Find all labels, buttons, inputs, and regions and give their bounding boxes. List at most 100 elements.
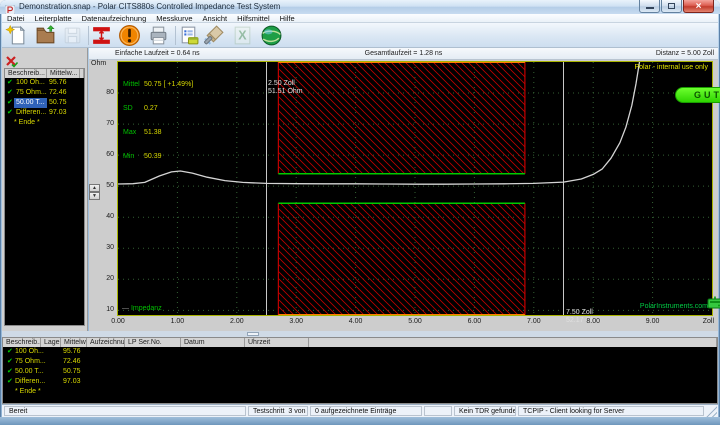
test-label[interactable]: 75 Ohm... [16, 88, 47, 98]
table-column-header[interactable]: LP Ser.No. [125, 338, 181, 347]
brand-link[interactable]: PolarInstruments.com [518, 303, 708, 311]
menu-item-messkurve[interactable]: Messkurve [151, 14, 197, 23]
statistics-readout: Mittel50.75 [ +1.49%] SD0.27 Max51.38 Mi… [123, 65, 193, 177]
spin-down-button[interactable]: ▼ [89, 192, 100, 200]
titlebar[interactable]: Demonstration.snap - Polar CITS880s Cont… [0, 0, 720, 14]
test-list-header: Beschreib... Mittelw... [5, 69, 84, 78]
y-tick-label: 70 [90, 120, 114, 127]
menu-item-leiterplatte[interactable]: Leiterplatte [30, 14, 77, 23]
maximize-button[interactable] [661, 0, 682, 13]
toolbar-separator [88, 26, 89, 45]
x-tick-label: 3.00 [282, 318, 310, 325]
table-column-header[interactable]: Datum [181, 338, 245, 347]
minimize-button[interactable] [639, 0, 660, 13]
test-mean-value: 95.76 [49, 78, 67, 88]
results-table-header: Beschreib...LageMittelw...Aufzeichnu...L… [3, 338, 717, 347]
test-mean-value: 95.76 [63, 347, 81, 357]
pass-check-icon: ✔ [7, 108, 13, 118]
test-list-item[interactable]: ✔75 Ohm...72.46 [5, 88, 84, 98]
trace-legend: — Impedanz [122, 305, 162, 313]
test-mean-value: 50.75 [63, 367, 81, 377]
max-value: 51.38 [144, 129, 162, 136]
window-bottom-border [0, 417, 720, 425]
toolbar: X [2, 23, 718, 48]
test-list-item[interactable]: ✔100 Oh... 95.76 [5, 78, 84, 88]
status-bar: Bereit Testschritt 3 von 4 0 aufgezeichn… [2, 404, 718, 417]
status-tdr: Kein TDR gefunden [454, 406, 516, 416]
test-label[interactable]: 50.00 T... [14, 98, 47, 108]
table-column-header[interactable]: Lage [41, 338, 61, 347]
close-button[interactable]: × [683, 0, 714, 13]
print-icon[interactable] [147, 24, 170, 47]
table-row[interactable]: ✔Differen...97.03 [3, 377, 717, 387]
test-label: 50.00 T... [15, 367, 44, 377]
x-tick-label: 5.00 [401, 318, 429, 325]
menu-item-ansicht[interactable]: Ansicht [198, 14, 233, 23]
test-label: Differen... [15, 377, 45, 387]
minimize-icon [646, 7, 654, 9]
clear-tests-icon[interactable] [5, 55, 18, 68]
test-label[interactable]: 100 Oh... [16, 78, 45, 88]
splitter-grip[interactable] [247, 332, 259, 336]
impedance-plot[interactable]: Mittel50.75 [ +1.49%] SD0.27 Max51.38 Mi… [117, 61, 713, 316]
status-entries: 0 aufgezeichnete Einträge [310, 406, 422, 416]
table-column-header[interactable]: Mittelw... [61, 338, 87, 347]
y-tick-label: 10 [90, 306, 114, 313]
x-tick-label: 9.00 [639, 318, 667, 325]
test-label: 75 Ohm... [15, 357, 46, 367]
table-column-header[interactable]: Aufzeichnu... [87, 338, 125, 347]
status-test-step: Testschritt 3 von 4 [248, 406, 308, 416]
open-folder-icon[interactable] [34, 24, 57, 47]
chart-header-strip: Einfache Laufzeit = 0.64 ns Gesamtlaufze… [89, 48, 718, 60]
menu-item-hilfsmittel[interactable]: Hilfsmittel [232, 14, 275, 23]
table-column-header[interactable]: Uhrzeit [245, 338, 309, 347]
y-tick-label: 60 [90, 151, 114, 158]
table-row[interactable]: ✔100 Oh...95.76 [3, 347, 717, 357]
end-marker: * Ende * [14, 118, 40, 128]
pass-check-icon: ✔ [7, 78, 13, 88]
pass-check-icon: ✔ [7, 88, 13, 98]
table-row[interactable]: ✔75 Ohm...72.46 [3, 357, 717, 367]
window-title: Demonstration.snap - Polar CITS880s Cont… [19, 2, 280, 11]
test-list-item[interactable]: ✔Differen...97.03 [5, 108, 84, 118]
menu-bar: DateiLeiterplatteDatenaufzeichnungMessku… [2, 14, 718, 23]
report-log-icon[interactable] [177, 24, 200, 47]
test-mean-value: 72.46 [49, 88, 67, 98]
column-header-mittelwert[interactable]: Mittelw... [47, 69, 80, 78]
table-row[interactable]: ✔50.00 T...50.75 [3, 367, 717, 377]
test-list-item[interactable]: ✔50.00 T...50.75 [5, 98, 84, 108]
polar-instrument-icon [691, 288, 707, 301]
x-tick-label: 0.00 [104, 318, 132, 325]
web-globe-icon[interactable] [260, 24, 283, 47]
x-axis-unit: Zoll [703, 318, 714, 325]
menu-item-datei[interactable]: Datei [2, 14, 30, 23]
sd-label: SD [123, 105, 144, 113]
table-row-end: * Ende * [3, 387, 717, 397]
watermark-text: Polar - internal use only [498, 64, 708, 72]
table-column-header[interactable]: Beschreib... [3, 338, 41, 347]
measurement-panel: Beschreib... Mittelw... ✔100 Oh...95.76✔… [2, 48, 88, 331]
test-list-end[interactable]: * Ende * [5, 118, 84, 128]
test-label: 100 Oh... [15, 347, 44, 357]
test-error-icon[interactable] [118, 24, 141, 47]
menu-item-datenaufzeichnung[interactable]: Datenaufzeichnung [77, 14, 152, 23]
app-icon [5, 2, 15, 12]
status-ready: Bereit [4, 406, 246, 416]
excel-export-icon[interactable]: X [231, 24, 254, 47]
menu-item-hilfe[interactable]: Hilfe [275, 14, 300, 23]
tolerance-region [278, 203, 525, 315]
test-label[interactable]: Differen... [16, 108, 46, 118]
column-header-beschreibung[interactable]: Beschreib... [5, 69, 47, 78]
measure-impedance-icon[interactable] [90, 24, 113, 47]
new-document-icon[interactable] [5, 24, 28, 47]
save-icon[interactable] [61, 24, 84, 47]
legend-dash: — [122, 305, 131, 312]
mean-value: 50.75 [ +1.49%] [144, 81, 193, 88]
end-marker: * Ende * [15, 387, 41, 397]
y-tick-label: 30 [90, 244, 114, 251]
resize-grip[interactable] [706, 406, 717, 417]
y-tick-label: 50 [90, 182, 114, 189]
x-tick-label: 2.00 [223, 318, 251, 325]
min-value: 50.39 [144, 153, 162, 160]
clean-screen-icon[interactable] [203, 24, 226, 47]
